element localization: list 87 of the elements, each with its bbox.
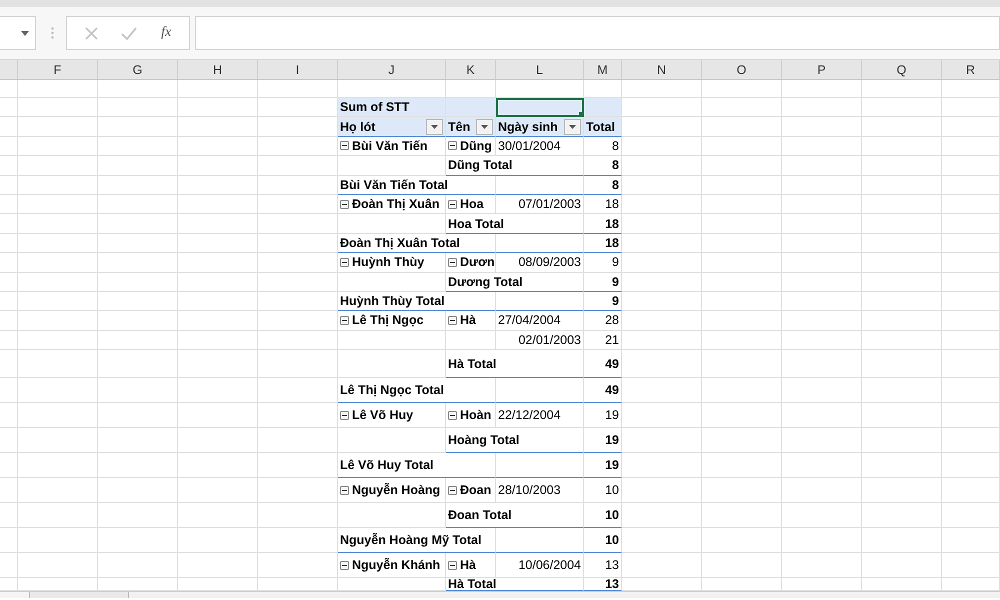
subtotal-label: Hoa Total — [446, 214, 584, 234]
column-letter[interactable]: L — [496, 60, 584, 79]
column-header: Tên — [448, 120, 470, 134]
date-cell: 10/06/2004 — [496, 553, 584, 578]
table-cell[interactable]: Nguyễn Hoàng — [338, 478, 446, 504]
row-label: Nguyễn Khánh — [352, 558, 440, 572]
value-cell: 13 — [584, 553, 622, 578]
value-cell: 8 — [584, 136, 622, 156]
row-label: Hoàn — [460, 408, 492, 422]
subtotal-label: Dương Total — [446, 272, 584, 292]
value-cell: 19 — [584, 403, 622, 428]
column-letter[interactable]: R — [942, 60, 1000, 79]
row-label: Dũng — [460, 138, 492, 153]
column-letter[interactable]: I — [258, 60, 338, 79]
table-cell[interactable]: Dươn — [446, 253, 496, 273]
total-label: Lê Võ Huy Total — [338, 453, 496, 478]
subtotal-label: Đoan Total — [446, 503, 584, 528]
date-cell: 08/09/2003 — [496, 253, 584, 273]
table-cell[interactable]: Lê Thị Ngọc — [338, 311, 446, 331]
total-label: Bùi Văn Tiến Total — [338, 176, 496, 195]
column-letter[interactable]: P — [782, 60, 862, 79]
total-value: 49 — [584, 378, 622, 404]
subtotal-value: 19 — [584, 428, 622, 454]
insert-function-button[interactable]: fx — [161, 25, 172, 41]
column-letter[interactable]: J — [338, 60, 446, 79]
total-value: 9 — [584, 292, 622, 312]
subtotal-value: 8 — [584, 156, 622, 176]
row-label: Huỳnh Thùy — [352, 255, 424, 270]
value-cell: 28 — [584, 311, 622, 331]
value-field-label: Sum of STT — [340, 100, 410, 114]
table-cell[interactable]: Hà — [446, 553, 496, 578]
date-cell: 30/01/2004 — [496, 136, 584, 156]
subtotal-value: 49 — [584, 350, 622, 378]
value-cell: 21 — [584, 330, 622, 350]
total-value: 10 — [584, 528, 622, 554]
table-cell[interactable]: Hà — [446, 311, 496, 331]
value-cell: 10 — [584, 478, 622, 504]
table-cell[interactable]: Nguyễn Khánh — [338, 553, 446, 578]
subtotal-value: 18 — [584, 214, 622, 234]
column-letter[interactable]: N — [622, 60, 702, 79]
table-cell[interactable]: Bùi Văn Tiến — [338, 136, 446, 156]
date-cell: 28/10/2003 — [496, 478, 584, 504]
total-label: Lê Thị Ngọc Total — [338, 378, 496, 404]
column-letter[interactable]: G — [98, 60, 178, 79]
subtotal-value: 9 — [584, 272, 622, 292]
value-cell: 9 — [584, 253, 622, 273]
table-cell[interactable]: Lê Võ Huy — [338, 403, 446, 428]
date-cell: 22/12/2004 — [496, 403, 584, 428]
row-label: Bùi Văn Tiến — [352, 138, 428, 153]
subtotal-label: Dũng Total — [446, 156, 584, 176]
row-label: Hà — [460, 313, 476, 328]
table-cell[interactable]: Hoàn — [446, 403, 496, 428]
row-label: Hoa — [460, 197, 484, 212]
row-label: Nguyễn Hoàng — [352, 483, 440, 498]
column-header: Họ lót — [340, 120, 376, 134]
subtotal-label: Hoàng Total — [446, 428, 584, 454]
column-letter[interactable]: Q — [862, 60, 942, 79]
table-cell[interactable]: Đoàn Thị Xuân — [338, 194, 446, 214]
total-value: 18 — [584, 234, 622, 254]
column-letter[interactable]: K — [446, 60, 496, 79]
row-label: Lê Thị Ngọc — [352, 313, 424, 328]
total-value: 19 — [584, 453, 622, 478]
total-label: Huỳnh Thùy Total — [338, 292, 496, 312]
column-letter[interactable]: H — [178, 60, 258, 79]
total-value: 8 — [584, 176, 622, 195]
subtotal-value: 10 — [584, 503, 622, 528]
column-letter[interactable]: O — [702, 60, 782, 79]
value-cell: 18 — [584, 194, 622, 214]
date-cell: 02/01/2003 — [496, 330, 584, 350]
subtotal-label: Hà Total — [446, 350, 584, 378]
table-cell[interactable]: Đoan — [446, 478, 496, 504]
table-cell[interactable]: Dũng — [446, 136, 496, 156]
table-cell[interactable]: Huỳnh Thùy — [338, 253, 446, 273]
column-header: Total — [586, 120, 615, 134]
total-label: Nguyễn Hoàng Mỹ Total — [338, 528, 496, 554]
row-label: Dươn — [460, 255, 495, 270]
row-label: Đoan — [460, 483, 492, 498]
column-letter[interactable]: F — [18, 60, 98, 79]
row-label: Đoàn Thị Xuân — [352, 197, 440, 212]
row-label: Lê Võ Huy — [352, 408, 414, 422]
column-letter[interactable]: M — [584, 60, 622, 79]
column-header: Ngày sinh — [498, 120, 558, 134]
date-cell: 07/01/2003 — [496, 194, 584, 214]
date-cell: 27/04/2004 — [496, 311, 584, 331]
row-label: Hà — [460, 558, 476, 572]
table-cell[interactable]: Hoa — [446, 194, 496, 214]
total-label: Đoàn Thị Xuân Total — [338, 234, 496, 254]
